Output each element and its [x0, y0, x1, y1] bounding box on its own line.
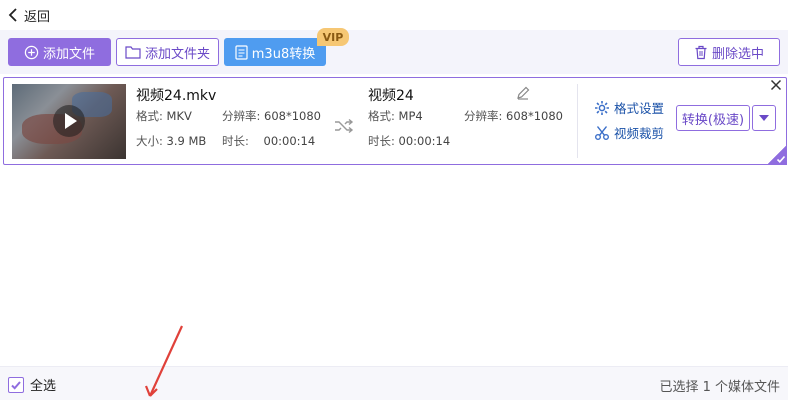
m3u8-label: m3u8转换	[251, 46, 316, 62]
format-settings-button[interactable]: 格式设置	[594, 98, 664, 117]
folder-icon	[125, 46, 141, 59]
source-size: 大小: 3.9 MB	[136, 133, 206, 149]
video-thumbnail[interactable]	[12, 84, 126, 159]
source-size-label: 大小:	[136, 134, 163, 148]
checkbox-checked[interactable]	[8, 376, 24, 393]
output-resolution: 分辨率: 608*1080	[464, 108, 563, 124]
delete-selected-button[interactable]: 删除选中	[678, 38, 780, 66]
video-crop-label: 视频裁剪	[614, 126, 665, 141]
convert-fast-button[interactable]: 转换(极速)	[676, 105, 750, 131]
output-duration: 时长: 00:00:14	[368, 133, 450, 149]
output-filename[interactable]: 视频24	[368, 85, 414, 105]
check-icon	[11, 380, 21, 390]
select-all-checkbox[interactable]: 全选	[8, 375, 56, 394]
convert-options-dropdown[interactable]	[752, 105, 776, 131]
source-resolution: 分辨率: 608*1080	[222, 108, 321, 124]
output-format-label: 格式:	[368, 109, 395, 123]
pencil-icon[interactable]	[516, 86, 530, 100]
back-button[interactable]: 返回	[8, 6, 50, 25]
document-icon	[235, 44, 248, 60]
top-bar: 返回	[0, 0, 788, 30]
delete-selected-label: 删除选中	[711, 46, 764, 62]
selected-corner-check	[767, 145, 787, 165]
output-duration-label: 时长:	[368, 134, 395, 148]
select-all-label: 全选	[30, 379, 57, 394]
add-folder-button[interactable]: 添加文件夹	[116, 38, 219, 66]
source-resolution-value: 608*1080	[264, 109, 321, 123]
chevron-left-icon	[8, 8, 17, 22]
source-resolution-label: 分辨率:	[222, 109, 261, 123]
close-icon[interactable]	[769, 78, 783, 92]
add-file-label: 添加文件	[42, 46, 95, 62]
source-format: 格式: MKV	[136, 108, 192, 124]
add-folder-label: 添加文件夹	[144, 46, 210, 62]
output-format-value: MP4	[398, 109, 423, 123]
trash-icon	[695, 45, 707, 59]
footer-bar: 全选 已选择 1 个媒体文件	[0, 366, 788, 400]
plus-circle-icon	[24, 45, 39, 59]
source-filename: 视频24.mkv	[136, 88, 217, 104]
source-duration: 时长: 00:00:14	[222, 133, 315, 149]
output-resolution-label: 分辨率:	[464, 109, 503, 123]
output-format: 格式: MP4	[368, 108, 423, 124]
selection-status: 已选择 1 个媒体文件	[659, 380, 780, 395]
source-format-value: MKV	[166, 109, 192, 123]
scissors-icon	[595, 125, 609, 140]
check-icon	[776, 155, 786, 163]
file-item-card[interactable]: 视频24.mkv 格式: MKV 分辨率: 608*1080 大小: 3.9 M…	[3, 77, 787, 165]
gear-icon	[595, 100, 609, 115]
divider	[577, 84, 578, 158]
output-resolution-value: 608*1080	[506, 109, 563, 123]
toolbar: 添加文件 添加文件夹 m3u8转换 VIP 删除选中	[0, 28, 788, 74]
source-duration-value: 00:00:14	[263, 134, 316, 148]
source-duration-label: 时长:	[222, 134, 249, 148]
vip-badge: VIP	[317, 28, 349, 46]
source-format-label: 格式:	[136, 109, 163, 123]
source-size-value: 3.9 MB	[166, 134, 207, 148]
back-label: 返回	[24, 9, 51, 25]
format-settings-label: 格式设置	[614, 101, 665, 116]
output-duration-value: 00:00:14	[398, 134, 451, 148]
video-crop-button[interactable]: 视频裁剪	[594, 123, 664, 142]
add-file-button[interactable]: 添加文件	[8, 38, 111, 66]
play-icon[interactable]	[53, 105, 85, 137]
m3u8-convert-button[interactable]: m3u8转换	[224, 38, 326, 66]
shuffle-icon	[335, 118, 354, 134]
